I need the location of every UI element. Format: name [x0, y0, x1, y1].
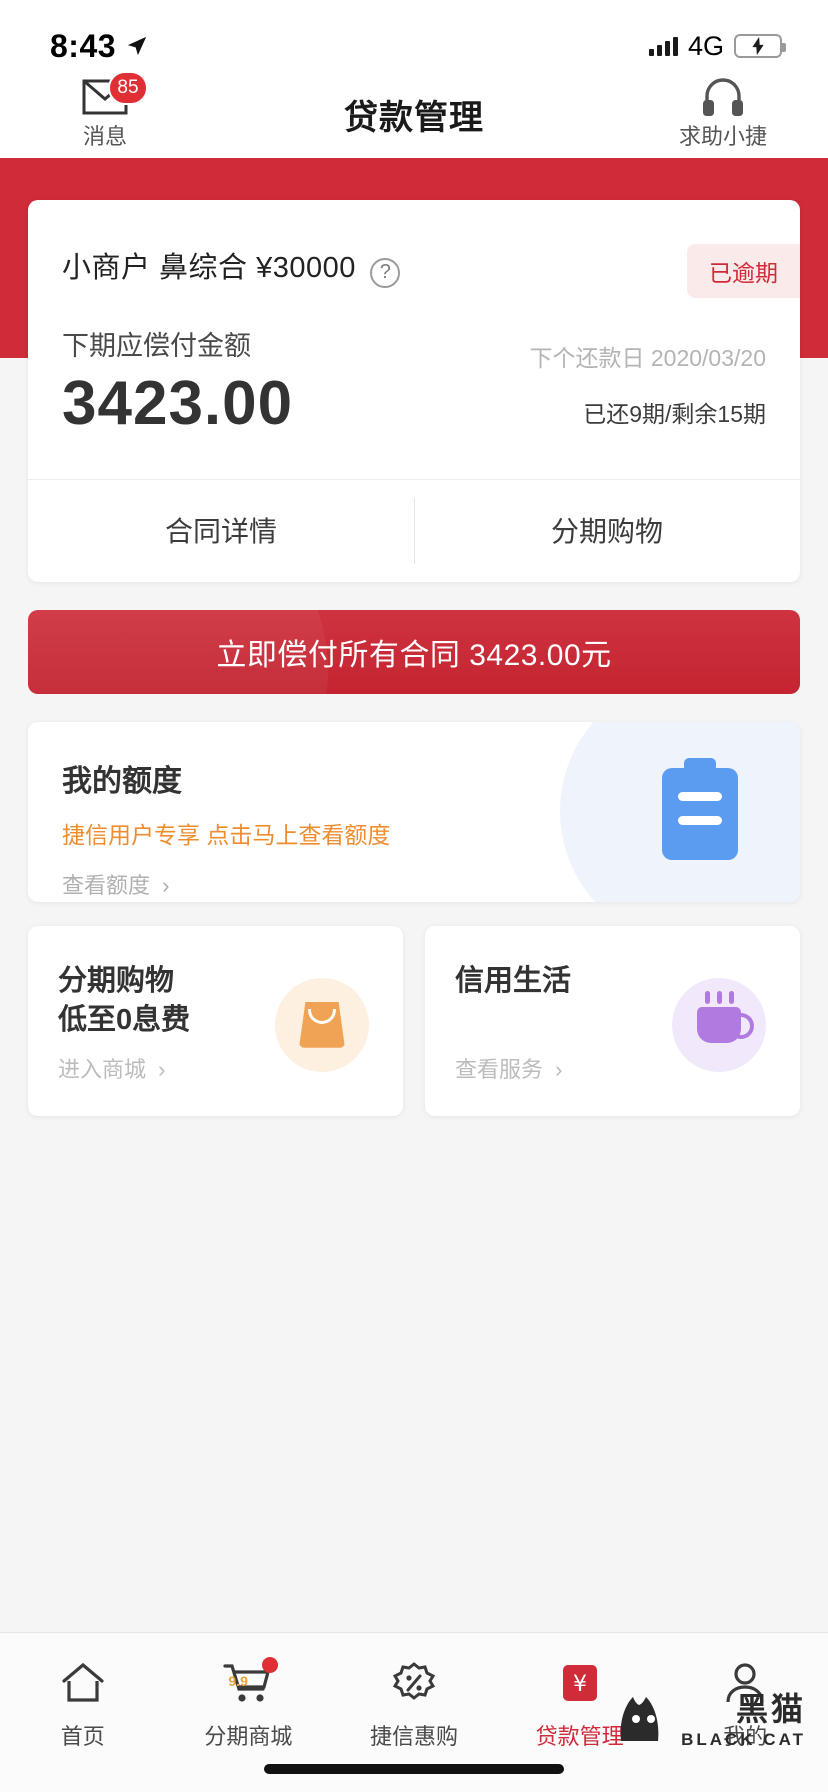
promo-card-installment-shopping[interactable]: 分期购物 低至0息费 进入商城 ›	[28, 925, 403, 1116]
quota-title: 我的额度	[62, 764, 182, 798]
status-bar-left: 8:43	[50, 28, 148, 65]
chevron-right-icon: ›	[158, 1056, 166, 1082]
quota-link-label: 查看额度	[62, 872, 151, 898]
loan-contract-card[interactable]: 已逾期 小商户 鼻综合 ¥30000 ? 下期应偿付金额 3423.00 下个还…	[28, 200, 800, 582]
cart-red-dot	[262, 1657, 279, 1673]
network-type: 4G	[687, 30, 724, 61]
quota-subtitle: 捷信用户专享 点击马上查看额度	[62, 821, 391, 848]
status-bar-right: 4G	[648, 30, 786, 62]
loan-title-wrap: 小商户 鼻综合 ¥30000 ?	[62, 244, 401, 288]
next-amount-value: 3423.00	[62, 368, 294, 438]
app-nav-bar: 85 消息 贷款管理 求助小捷	[0, 71, 828, 158]
chevron-right-icon: ›	[555, 1056, 563, 1082]
tab-contract-details[interactable]: 合同详情	[28, 480, 414, 582]
home-indicator	[264, 1764, 564, 1774]
tabbar-item-deals[interactable]: 捷信惠购	[331, 1657, 497, 1751]
page-title: 贷款管理	[344, 98, 484, 137]
loan-card-tabs: 合同详情 分期购物	[28, 478, 800, 582]
status-bar: 8:43 4G	[0, 0, 828, 78]
tabbar-label-home: 首页	[60, 1724, 105, 1749]
my-quota-card[interactable]: 我的额度 捷信用户专享 点击马上查看额度 查看额度 ›	[28, 721, 800, 902]
loan-detail-block: 下个还款日 2020/03/20 已还9期/剩余15期	[529, 339, 766, 435]
cart-icon: 9.9	[222, 1657, 279, 1709]
tabbar-item-mall[interactable]: 9.9 分期商城	[166, 1657, 332, 1751]
loan-title-row: 小商户 鼻综合 ¥30000 ?	[62, 244, 766, 288]
loan-amount-row: 下期应偿付金额 3423.00 下个还款日 2020/03/20 已还9期/剩余…	[28, 324, 800, 435]
bottom-tab-bar: 首页 9.9 分期商城 捷信惠购 ¥ 贷款管理 我的 黑猫 BLACK CAT	[0, 1632, 828, 1792]
nav-support-button[interactable]: 求助小捷	[648, 77, 798, 151]
cards-container: 已逾期 小商户 鼻综合 ¥30000 ? 下期应偿付金额 3423.00 下个还…	[0, 158, 828, 1116]
chevron-right-icon: ›	[162, 872, 170, 898]
watermark: 黑猫 BLACK CAT	[617, 1684, 806, 1750]
svg-text:¥: ¥	[573, 1672, 587, 1697]
bolt-icon	[752, 37, 764, 55]
promo-link-2-label: 查看服务	[455, 1056, 544, 1082]
promo-cards-row: 分期购物 低至0息费 进入商城 › 信用生活 查看服务 ›	[28, 925, 800, 1116]
watermark-en: BLACK CAT	[681, 1730, 806, 1749]
loan-card-header: 小商户 鼻综合 ¥30000 ?	[28, 200, 800, 288]
promo-link-2[interactable]: 查看服务 ›	[455, 1052, 562, 1084]
watermark-cn: 黑猫	[735, 1691, 806, 1727]
coffee-cup-icon	[672, 977, 766, 1072]
tabbar-label-deals: 捷信惠购	[369, 1724, 458, 1749]
repay-all-button[interactable]: 立即偿付所有合同 3423.00元	[28, 609, 800, 694]
promo-link-1[interactable]: 进入商城 ›	[58, 1052, 165, 1084]
home-icon	[59, 1657, 107, 1709]
watermark-text: 黑猫 BLACK CAT	[681, 1684, 806, 1750]
battery-charging-icon	[734, 34, 786, 58]
ticket-icon	[390, 1657, 438, 1709]
status-badge: 已逾期	[687, 244, 800, 298]
envelope-icon: 85	[82, 71, 148, 117]
cart-badge-number: 9.9	[228, 1673, 248, 1689]
page-body: 已逾期 小商户 鼻综合 ¥30000 ? 下期应偿付金额 3423.00 下个还…	[0, 158, 828, 1458]
promo-card-credit-life[interactable]: 信用生活 查看服务 ›	[425, 925, 800, 1116]
yuan-card-icon: ¥	[557, 1657, 603, 1709]
headset-icon	[701, 77, 745, 117]
tab-installment-shopping[interactable]: 分期购物	[414, 480, 800, 582]
question-mark-icon[interactable]: ?	[370, 257, 401, 288]
nav-support-label: 求助小捷	[678, 124, 767, 149]
next-amount-label: 下期应偿付金额	[62, 330, 251, 361]
shopping-bag-icon	[275, 977, 369, 1072]
loan-amount-block: 下期应偿付金额 3423.00	[62, 324, 293, 435]
installment-info: 已还9期/剩余15期	[583, 400, 766, 427]
tabbar-label-loan-management: 贷款管理	[535, 1724, 624, 1749]
nav-messages-label: 消息	[82, 124, 127, 149]
due-date-label: 下个还款日	[529, 344, 645, 371]
message-count-badge: 85	[108, 71, 148, 105]
quota-view-link[interactable]: 查看额度 ›	[62, 868, 766, 900]
nav-messages-button[interactable]: 85 消息	[30, 71, 180, 151]
location-arrow-icon	[127, 36, 147, 56]
due-date-line: 下个还款日 2020/03/20	[529, 339, 766, 373]
tabbar-label-mall: 分期商城	[204, 1724, 293, 1749]
tabbar-item-home[interactable]: 首页	[0, 1657, 166, 1751]
loan-product-title: 小商户 鼻综合 ¥30000	[62, 252, 356, 284]
signal-bars-icon	[648, 36, 678, 56]
promo-link-1-label: 进入商城	[58, 1056, 147, 1082]
black-cat-logo-icon	[620, 1697, 659, 1741]
due-date-value: 2020/03/20	[650, 344, 766, 371]
status-time: 8:43	[50, 27, 117, 64]
